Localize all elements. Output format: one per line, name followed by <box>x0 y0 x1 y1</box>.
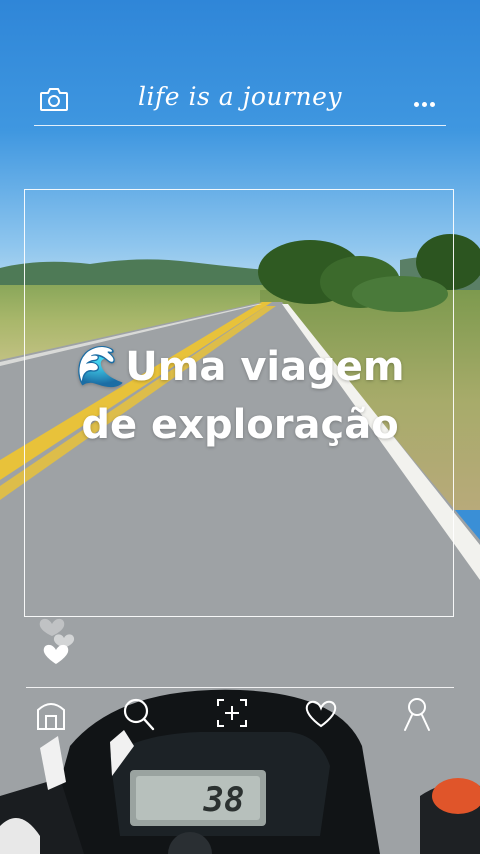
nav-divider <box>26 687 454 688</box>
caption-line-1: 🌊Uma viagem <box>0 338 480 396</box>
screen: 38 life is a journey 🌊Uma viagem de expl… <box>0 0 480 854</box>
top-bar: life is a journey <box>34 80 446 126</box>
camera-icon[interactable] <box>39 86 69 112</box>
floating-hearts-icon <box>39 618 75 664</box>
caption: 🌊Uma viagem de exploração <box>0 338 480 454</box>
profile-icon[interactable] <box>400 696 434 732</box>
home-icon[interactable] <box>34 696 68 732</box>
page-title: life is a journey <box>138 82 342 111</box>
speed-readout: 38 <box>203 780 245 820</box>
caption-line-2: de exploração <box>81 402 399 448</box>
bottom-nav <box>26 696 454 736</box>
search-icon[interactable] <box>121 696 155 732</box>
heart-icon[interactable] <box>304 696 338 732</box>
wave-emoji-icon: 🌊 <box>75 344 126 390</box>
header-divider <box>34 125 446 126</box>
add-post-icon[interactable] <box>215 696 249 732</box>
caption-line-1-text: Uma viagem <box>125 344 405 390</box>
more-dots-icon[interactable] <box>414 92 440 107</box>
